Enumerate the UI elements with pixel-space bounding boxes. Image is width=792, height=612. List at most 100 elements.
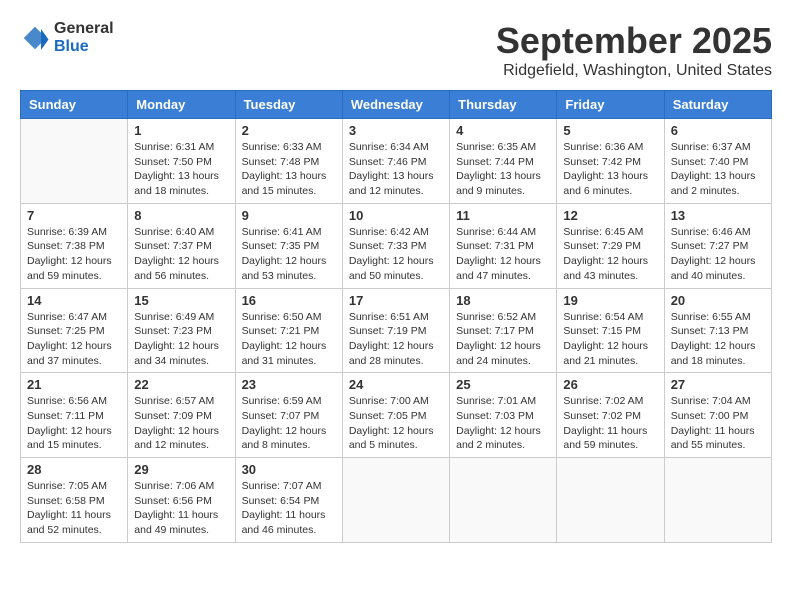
- day-info: Sunrise: 6:31 AMSunset: 7:50 PMDaylight:…: [134, 140, 228, 199]
- day-info: Sunrise: 6:42 AMSunset: 7:33 PMDaylight:…: [349, 225, 443, 284]
- day-info: Sunrise: 7:07 AMSunset: 6:54 PMDaylight:…: [242, 479, 336, 538]
- calendar-cell: [342, 458, 449, 543]
- day-number: 10: [349, 208, 443, 223]
- day-info: Sunrise: 6:47 AMSunset: 7:25 PMDaylight:…: [27, 310, 121, 369]
- weekday-header-monday: Monday: [128, 91, 235, 119]
- calendar-cell: 7 Sunrise: 6:39 AMSunset: 7:38 PMDaylight…: [21, 203, 128, 288]
- day-info: Sunrise: 6:57 AMSunset: 7:09 PMDaylight:…: [134, 394, 228, 453]
- logo-blue-text: Blue: [54, 38, 114, 56]
- calendar-cell: 13 Sunrise: 6:46 AMSunset: 7:27 PMDayligh…: [664, 203, 771, 288]
- calendar-cell: [557, 458, 664, 543]
- calendar-week-row: 28 Sunrise: 7:05 AMSunset: 6:58 PMDayligh…: [21, 458, 772, 543]
- day-info: Sunrise: 6:35 AMSunset: 7:44 PMDaylight:…: [456, 140, 550, 199]
- day-info: Sunrise: 6:51 AMSunset: 7:19 PMDaylight:…: [349, 310, 443, 369]
- logo-text: General Blue: [54, 20, 114, 55]
- day-number: 7: [27, 208, 121, 223]
- day-number: 1: [134, 123, 228, 138]
- calendar-cell: [21, 119, 128, 204]
- day-number: 18: [456, 293, 550, 308]
- logo-icon: [20, 23, 50, 53]
- calendar-cell: 6Sunrise: 6:37 AMSunset: 7:40 PMDaylight…: [664, 119, 771, 204]
- day-info: Sunrise: 6:34 AMSunset: 7:46 PMDaylight:…: [349, 140, 443, 199]
- calendar-cell: 19 Sunrise: 6:54 AMSunset: 7:15 PMDayligh…: [557, 288, 664, 373]
- calendar-cell: 16 Sunrise: 6:50 AMSunset: 7:21 PMDayligh…: [235, 288, 342, 373]
- calendar-cell: 11Sunrise: 6:44 AMSunset: 7:31 PMDayligh…: [450, 203, 557, 288]
- day-info: Sunrise: 7:05 AMSunset: 6:58 PMDaylight:…: [27, 479, 121, 538]
- day-info: Sunrise: 6:56 AMSunset: 7:11 PMDaylight:…: [27, 394, 121, 453]
- day-number: 20: [671, 293, 765, 308]
- day-number: 6: [671, 123, 765, 138]
- calendar-cell: 14 Sunrise: 6:47 AMSunset: 7:25 PMDayligh…: [21, 288, 128, 373]
- calendar-week-row: 21 Sunrise: 6:56 AMSunset: 7:11 PMDayligh…: [21, 373, 772, 458]
- day-info: Sunrise: 7:06 AMSunset: 6:56 PMDaylight:…: [134, 479, 228, 538]
- calendar-cell: 27Sunrise: 7:04 AMSunset: 7:00 PMDayligh…: [664, 373, 771, 458]
- day-number: 22: [134, 377, 228, 392]
- day-info: Sunrise: 6:59 AMSunset: 7:07 PMDaylight:…: [242, 394, 336, 453]
- month-title: September 2025: [496, 20, 772, 62]
- header: General Blue September 2025 Ridgefield, …: [20, 20, 772, 80]
- day-info: Sunrise: 6:50 AMSunset: 7:21 PMDaylight:…: [242, 310, 336, 369]
- calendar-cell: 3 Sunrise: 6:34 AMSunset: 7:46 PMDaylight…: [342, 119, 449, 204]
- calendar-cell: [664, 458, 771, 543]
- day-number: 30: [242, 462, 336, 477]
- title-area: September 2025 Ridgefield, Washington, U…: [496, 20, 772, 80]
- day-info: Sunrise: 6:33 AMSunset: 7:48 PMDaylight:…: [242, 140, 336, 199]
- day-number: 15: [134, 293, 228, 308]
- calendar-cell: 20Sunrise: 6:55 AMSunset: 7:13 PMDayligh…: [664, 288, 771, 373]
- weekday-header-thursday: Thursday: [450, 91, 557, 119]
- day-info: Sunrise: 7:00 AMSunset: 7:05 PMDaylight:…: [349, 394, 443, 453]
- calendar-cell: 28 Sunrise: 7:05 AMSunset: 6:58 PMDayligh…: [21, 458, 128, 543]
- calendar-cell: 5 Sunrise: 6:36 AMSunset: 7:42 PMDaylight…: [557, 119, 664, 204]
- day-info: Sunrise: 6:45 AMSunset: 7:29 PMDaylight:…: [563, 225, 657, 284]
- weekday-header-saturday: Saturday: [664, 91, 771, 119]
- weekday-header-sunday: Sunday: [21, 91, 128, 119]
- calendar-cell: 25Sunrise: 7:01 AMSunset: 7:03 PMDayligh…: [450, 373, 557, 458]
- calendar-cell: 22 Sunrise: 6:57 AMSunset: 7:09 PMDayligh…: [128, 373, 235, 458]
- day-info: Sunrise: 6:36 AMSunset: 7:42 PMDaylight:…: [563, 140, 657, 199]
- day-info: Sunrise: 6:39 AMSunset: 7:38 PMDaylight:…: [27, 225, 121, 284]
- day-number: 14: [27, 293, 121, 308]
- calendar-cell: 30 Sunrise: 7:07 AMSunset: 6:54 PMDayligh…: [235, 458, 342, 543]
- calendar-cell: 4Sunrise: 6:35 AMSunset: 7:44 PMDaylight…: [450, 119, 557, 204]
- day-number: 29: [134, 462, 228, 477]
- calendar-cell: 1 Sunrise: 6:31 AMSunset: 7:50 PMDaylight…: [128, 119, 235, 204]
- day-number: 17: [349, 293, 443, 308]
- day-number: 26: [563, 377, 657, 392]
- calendar-week-row: 1 Sunrise: 6:31 AMSunset: 7:50 PMDaylight…: [21, 119, 772, 204]
- day-info: Sunrise: 6:54 AMSunset: 7:15 PMDaylight:…: [563, 310, 657, 369]
- day-info: Sunrise: 6:40 AMSunset: 7:37 PMDaylight:…: [134, 225, 228, 284]
- day-info: Sunrise: 6:46 AMSunset: 7:27 PMDaylight:…: [671, 225, 765, 284]
- calendar-cell: [450, 458, 557, 543]
- day-info: Sunrise: 7:02 AMSunset: 7:02 PMDaylight:…: [563, 394, 657, 453]
- day-number: 11: [456, 208, 550, 223]
- calendar-week-row: 14 Sunrise: 6:47 AMSunset: 7:25 PMDayligh…: [21, 288, 772, 373]
- day-number: 16: [242, 293, 336, 308]
- calendar-cell: 2 Sunrise: 6:33 AMSunset: 7:48 PMDaylight…: [235, 119, 342, 204]
- calendar-cell: 10 Sunrise: 6:42 AMSunset: 7:33 PMDayligh…: [342, 203, 449, 288]
- calendar-cell: 24 Sunrise: 7:00 AMSunset: 7:05 PMDayligh…: [342, 373, 449, 458]
- day-number: 5: [563, 123, 657, 138]
- calendar-cell: 29 Sunrise: 7:06 AMSunset: 6:56 PMDayligh…: [128, 458, 235, 543]
- day-number: 2: [242, 123, 336, 138]
- calendar-cell: 17 Sunrise: 6:51 AMSunset: 7:19 PMDayligh…: [342, 288, 449, 373]
- logo: General Blue: [20, 20, 114, 55]
- day-number: 24: [349, 377, 443, 392]
- calendar-cell: 15 Sunrise: 6:49 AMSunset: 7:23 PMDayligh…: [128, 288, 235, 373]
- weekday-header-friday: Friday: [557, 91, 664, 119]
- day-number: 13: [671, 208, 765, 223]
- day-number: 3: [349, 123, 443, 138]
- calendar-week-row: 7 Sunrise: 6:39 AMSunset: 7:38 PMDaylight…: [21, 203, 772, 288]
- day-number: 28: [27, 462, 121, 477]
- day-number: 21: [27, 377, 121, 392]
- calendar-cell: 26 Sunrise: 7:02 AMSunset: 7:02 PMDayligh…: [557, 373, 664, 458]
- day-info: Sunrise: 7:01 AMSunset: 7:03 PMDaylight:…: [456, 394, 550, 453]
- day-info: Sunrise: 6:52 AMSunset: 7:17 PMDaylight:…: [456, 310, 550, 369]
- calendar-cell: 21 Sunrise: 6:56 AMSunset: 7:11 PMDayligh…: [21, 373, 128, 458]
- day-info: Sunrise: 6:49 AMSunset: 7:23 PMDaylight:…: [134, 310, 228, 369]
- calendar-cell: 9Sunrise: 6:41 AMSunset: 7:35 PMDaylight…: [235, 203, 342, 288]
- day-number: 19: [563, 293, 657, 308]
- calendar-cell: 12Sunrise: 6:45 AMSunset: 7:29 PMDayligh…: [557, 203, 664, 288]
- logo-general-text: General: [54, 20, 114, 38]
- calendar-cell: 8Sunrise: 6:40 AMSunset: 7:37 PMDaylight…: [128, 203, 235, 288]
- day-number: 9: [242, 208, 336, 223]
